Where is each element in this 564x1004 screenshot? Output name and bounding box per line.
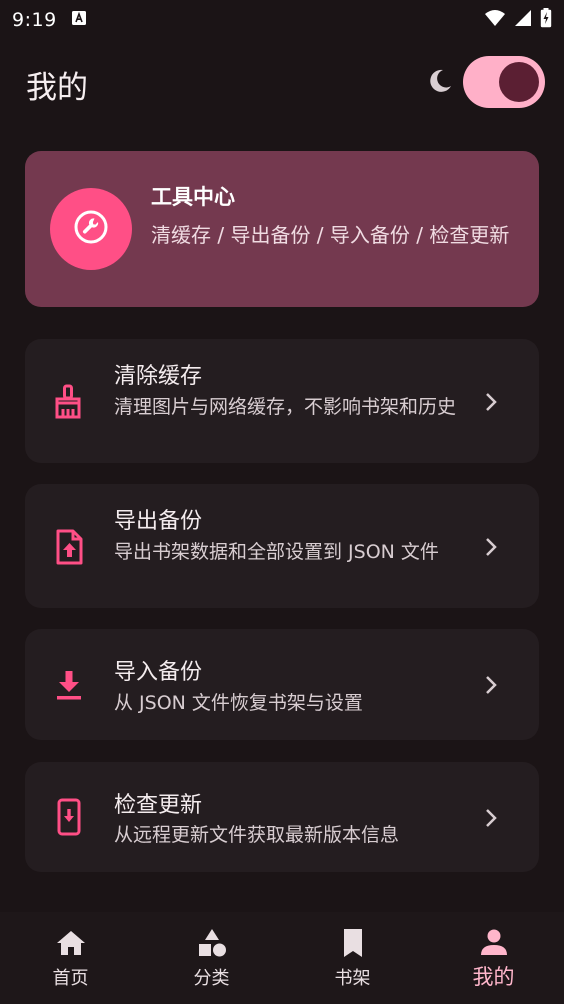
file-upload-icon [49, 527, 89, 567]
header: 我的 [0, 50, 564, 116]
export-backup-item[interactable]: 导出备份 导出书架数据和全部设置到 JSON 文件 [25, 484, 539, 608]
chevron-right-icon [483, 535, 499, 559]
chevron-right-icon [483, 806, 499, 830]
broom-icon [49, 382, 89, 422]
tools-center-description: 清缓存 / 导出备份 / 导入备份 / 检查更新 [151, 223, 510, 247]
signal-icon [514, 9, 532, 31]
chevron-right-icon [483, 390, 499, 414]
check-update-title: 检查更新 [114, 793, 203, 818]
clear-cache-item[interactable]: 清除缓存 清理图片与网络缓存，不影响书架和历史 [25, 339, 539, 463]
tools-center-title: 工具中心 [151, 185, 235, 209]
status-right [484, 8, 552, 32]
nav-label-bookshelf: 书架 [334, 968, 371, 989]
bookmark-icon [336, 926, 370, 960]
wifi-icon [484, 9, 506, 31]
nav-label-home: 首页 [52, 968, 89, 989]
battery-icon [540, 8, 552, 32]
tools-icon-circle [50, 188, 132, 270]
screen: 9:19 我的 工具中心 清缓存 / 导出备份 / 导入备份 / 检查更新 清除… [0, 0, 564, 1004]
shapes-icon [195, 926, 229, 960]
nav-item-mine[interactable]: 我的 [423, 912, 564, 1004]
nav-label-category: 分类 [193, 968, 230, 989]
import-backup-item[interactable]: 导入备份 从 JSON 文件恢复书架与设置 [25, 629, 539, 740]
status-time: 9:19 [12, 9, 57, 31]
nav-item-category[interactable]: 分类 [141, 912, 282, 1004]
notification-a-icon [71, 10, 87, 30]
import-backup-description: 从 JSON 文件恢复书架与设置 [114, 692, 363, 714]
dark-mode-toggle[interactable] [463, 56, 545, 108]
import-backup-title: 导入备份 [114, 660, 203, 685]
toggle-knob [499, 62, 539, 102]
clear-cache-description: 清理图片与网络缓存，不影响书架和历史 [114, 396, 457, 418]
home-icon [54, 926, 88, 960]
download-icon [49, 665, 89, 705]
person-icon [477, 926, 511, 960]
bottom-navigation: 首页 分类 书架 我的 [0, 912, 564, 1004]
export-backup-description: 导出书架数据和全部设置到 JSON 文件 [114, 541, 439, 563]
tools-center-card[interactable]: 工具中心 清缓存 / 导出备份 / 导入备份 / 检查更新 [25, 151, 539, 307]
status-bar: 9:19 [0, 0, 564, 40]
clear-cache-title: 清除缓存 [114, 364, 203, 389]
nav-label-mine: 我的 [472, 965, 515, 989]
export-backup-title: 导出备份 [114, 509, 203, 534]
nav-item-bookshelf[interactable]: 书架 [282, 912, 423, 1004]
check-update-item[interactable]: 检查更新 从远程更新文件获取最新版本信息 [25, 762, 539, 872]
chevron-right-icon [483, 673, 499, 697]
wrench-icon [73, 209, 109, 249]
moon-icon[interactable] [424, 66, 454, 96]
nav-item-home[interactable]: 首页 [0, 912, 141, 1004]
page-title: 我的 [26, 70, 88, 106]
status-left: 9:19 [12, 9, 87, 31]
phone-update-icon [49, 797, 89, 837]
check-update-description: 从远程更新文件获取最新版本信息 [114, 824, 400, 846]
